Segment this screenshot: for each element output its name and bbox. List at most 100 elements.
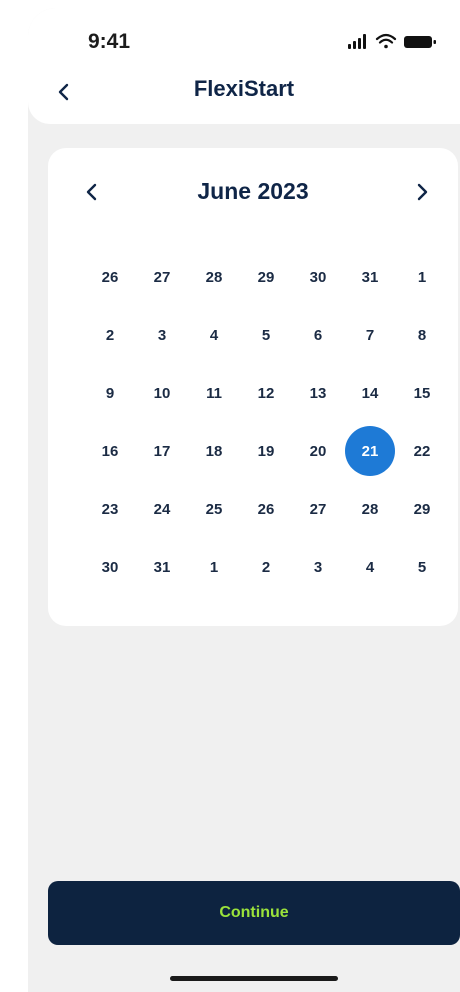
signal-icon <box>348 34 366 49</box>
calendar-day[interactable]: 4 <box>188 306 240 364</box>
calendar-day[interactable]: 12 <box>240 364 292 422</box>
calendar-day[interactable]: 15 <box>396 364 448 422</box>
calendar-day-label: 31 <box>153 558 171 576</box>
calendar-day[interactable]: 11 <box>188 364 240 422</box>
calendar-day-label: 2 <box>105 326 115 344</box>
calendar-day[interactable]: 1 <box>188 538 240 596</box>
calendar-day[interactable]: 31 <box>136 538 188 596</box>
calendar-day-label: 3 <box>313 558 323 576</box>
calendar-day[interactable]: 10 <box>136 364 188 422</box>
calendar-day-label: 28 <box>205 268 223 286</box>
next-month-button[interactable] <box>406 176 438 208</box>
calendar-day-label: 23 <box>101 500 119 518</box>
calendar-day[interactable]: 6 <box>292 306 344 364</box>
calendar-day-label: 9 <box>105 384 115 402</box>
calendar-day[interactable]: 3 <box>136 306 188 364</box>
calendar-day-label: 22 <box>413 442 431 460</box>
calendar-day-label: 5 <box>417 558 427 576</box>
calendar-grid: 26 27 28 29 30 31 1 2 3 4 5 6 7 8 9 10 11 12 13 14 15 16 17 18 1… <box>84 248 448 596</box>
chevron-right-icon <box>417 183 428 201</box>
calendar-day-label: 20 <box>309 442 327 460</box>
calendar-day[interactable]: 25 <box>188 480 240 538</box>
calendar-day[interactable]: 5 <box>396 538 448 596</box>
calendar-day-label: 16 <box>101 442 119 460</box>
calendar-day-label: 12 <box>257 384 275 402</box>
calendar-day[interactable]: 4 <box>344 538 396 596</box>
calendar-day[interactable]: 19 <box>240 422 292 480</box>
calendar-day[interactable]: 29 <box>240 248 292 306</box>
month-label: June 2023 <box>197 178 309 204</box>
calendar-day-label: 15 <box>413 384 431 402</box>
calendar-day-label: 5 <box>261 326 271 344</box>
home-indicator <box>170 976 338 981</box>
calendar-day-label: 13 <box>309 384 327 402</box>
calendar-day-label: 27 <box>309 500 327 518</box>
calendar-day[interactable]: 14 <box>344 364 396 422</box>
calendar-day-label: 14 <box>361 384 379 402</box>
calendar-day-label: 1 <box>417 268 427 286</box>
app-header: 9:41 FlexiStart <box>28 8 460 124</box>
page-title: FlexiStart <box>193 76 295 101</box>
calendar-day-label: 30 <box>101 558 119 576</box>
calendar-day-label: 29 <box>413 500 431 518</box>
calendar-day-label: 4 <box>209 326 219 344</box>
calendar-day-label: 24 <box>153 500 171 518</box>
calendar-day[interactable]: 26 <box>84 248 136 306</box>
calendar-day-label: 4 <box>365 558 375 576</box>
continue-button-label: Continue <box>219 904 289 921</box>
calendar-day-label: 29 <box>257 268 275 286</box>
calendar-day[interactable]: 7 <box>344 306 396 364</box>
calendar-day-label: 31 <box>361 268 379 286</box>
calendar-day-label: 1 <box>209 558 219 576</box>
calendar-day[interactable]: 3 <box>292 538 344 596</box>
month-header: June 2023 <box>48 170 458 210</box>
calendar-day-label: 3 <box>157 326 167 344</box>
calendar-day-label: 28 <box>361 500 379 518</box>
calendar-day[interactable]: 31 <box>344 248 396 306</box>
calendar-day[interactable]: 18 <box>188 422 240 480</box>
calendar-day-label: 27 <box>153 268 171 286</box>
calendar-day-label: 26 <box>101 268 119 286</box>
calendar-day[interactable]: 8 <box>396 306 448 364</box>
calendar-day[interactable]: 30 <box>292 248 344 306</box>
calendar-day-label: 7 <box>365 326 375 344</box>
calendar-day[interactable]: 28 <box>344 480 396 538</box>
calendar-day[interactable]: 20 <box>292 422 344 480</box>
calendar-day[interactable]: 29 <box>396 480 448 538</box>
calendar-card: June 2023 26 27 28 29 30 31 1 2 3 4 5 6 7 8 9 10 11 12 13 1… <box>48 148 458 626</box>
calendar-day[interactable]: 1 <box>396 248 448 306</box>
wifi-icon <box>375 33 397 49</box>
calendar-day[interactable]: 28 <box>188 248 240 306</box>
calendar-day[interactable]: 2 <box>240 538 292 596</box>
calendar-day-label: 17 <box>153 442 171 460</box>
calendar-day[interactable]: 9 <box>84 364 136 422</box>
calendar-day[interactable]: 16 <box>84 422 136 480</box>
phone-screen: 9:41 FlexiStart June 2023 26 27 28 29 30… <box>28 8 460 992</box>
calendar-day-selected[interactable]: 21 <box>344 422 396 480</box>
continue-button[interactable]: Continue <box>48 881 460 945</box>
calendar-day[interactable]: 30 <box>84 538 136 596</box>
calendar-day-label: 6 <box>313 326 323 344</box>
calendar-day-label: 30 <box>309 268 327 286</box>
calendar-day-label: 2 <box>261 558 271 576</box>
calendar-day-label: 21 <box>345 426 395 476</box>
status-time: 9:41 <box>88 30 131 53</box>
calendar-day-label: 8 <box>417 326 427 344</box>
calendar-day[interactable]: 13 <box>292 364 344 422</box>
calendar-day[interactable]: 2 <box>84 306 136 364</box>
status-icons <box>348 32 440 50</box>
calendar-day[interactable]: 22 <box>396 422 448 480</box>
calendar-day-label: 10 <box>153 384 171 402</box>
calendar-day[interactable]: 5 <box>240 306 292 364</box>
calendar-day-label: 25 <box>205 500 223 518</box>
battery-icon <box>404 36 436 48</box>
calendar-day[interactable]: 27 <box>292 480 344 538</box>
calendar-day[interactable]: 17 <box>136 422 188 480</box>
calendar-day[interactable]: 26 <box>240 480 292 538</box>
calendar-day-label: 26 <box>257 500 275 518</box>
calendar-day[interactable]: 27 <box>136 248 188 306</box>
calendar-day[interactable]: 23 <box>84 480 136 538</box>
calendar-day-label: 19 <box>257 442 275 460</box>
calendar-day[interactable]: 24 <box>136 480 188 538</box>
calendar-day-label: 11 <box>206 384 222 402</box>
